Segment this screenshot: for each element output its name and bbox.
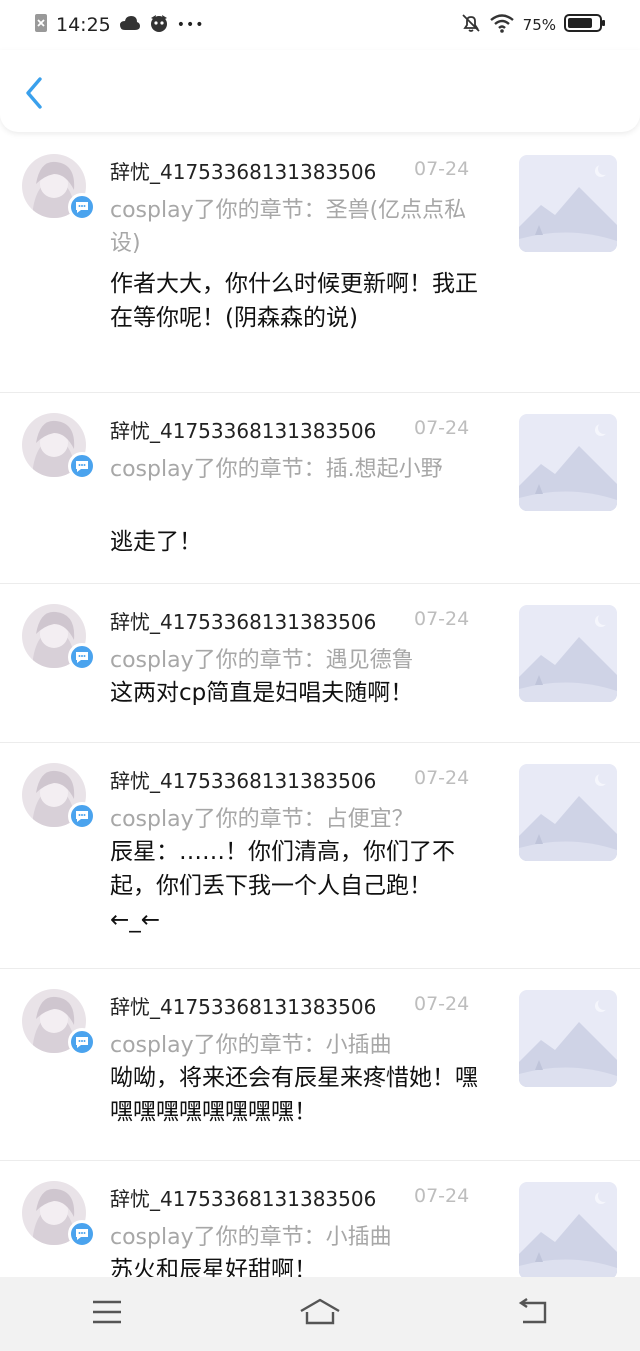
chapter-thumbnail[interactable]: [519, 764, 617, 861]
top-bar: [0, 50, 640, 132]
notification-date: 07-24: [414, 608, 470, 630]
notification-item[interactable]: 辞忧_41753368131383506 07-24 cosplay了你的章节：占便…: [0, 743, 640, 969]
cloud-icon: [119, 14, 141, 36]
notification-date: 07-24: [414, 417, 470, 439]
comment-text: 作者大大，你什么时候更新啊！我正在等你呢！(阴森森的说): [110, 271, 478, 331]
comment-text: 辰星：……！你们清高，你们了不起，你们丢下我一个人自己跑！←_←: [110, 839, 455, 933]
commenter-name[interactable]: 辞忧_41753368131383506: [110, 415, 376, 444]
image-placeholder-icon: [519, 605, 617, 702]
chapter-reference[interactable]: cosplay了你的章节：小插曲: [110, 1029, 482, 1062]
notification-item[interactable]: 辞忧_41753368131383506 07-24 cosplay了你的章节：遇见…: [0, 584, 640, 743]
chevron-left-icon: [20, 77, 50, 114]
notification-date: 07-24: [414, 1185, 470, 1207]
commenter-name[interactable]: 辞忧_41753368131383506: [110, 765, 376, 794]
battery-icon: [564, 13, 606, 38]
app-notification-icon: [149, 14, 169, 37]
chapter-reference[interactable]: cosplay了你的章节：占便宜？: [110, 803, 482, 836]
comment-text: 呦呦，将来还会有辰星来疼惜她！嘿嘿嘿嘿嘿嘿嘿嘿嘿！: [110, 1065, 478, 1125]
menu-icon: [91, 1299, 123, 1329]
comment-text: 苏火和辰星好甜啊！: [110, 1257, 317, 1277]
status-more: •••: [176, 17, 205, 33]
chapter-reference[interactable]: cosplay了你的章节：小插曲: [110, 1221, 482, 1254]
wifi-icon: [489, 13, 515, 38]
comment-badge-icon: [68, 1028, 96, 1056]
system-back-button[interactable]: [503, 1294, 563, 1334]
commenter-name[interactable]: 辞忧_41753368131383506: [110, 1183, 376, 1212]
back-button[interactable]: [20, 76, 50, 110]
commenter-name[interactable]: 辞忧_41753368131383506: [110, 156, 376, 185]
home-icon: [298, 1298, 342, 1330]
notification-item[interactable]: 辞忧_41753368131383506 07-24 cosplay了你的章节：圣兽…: [0, 134, 640, 393]
notification-date: 07-24: [414, 767, 470, 789]
comment-text: 逃走了！: [110, 529, 202, 555]
status-bar: 14:25 ••• 75%: [0, 0, 640, 50]
notification-item[interactable]: 辞忧_41753368131383506 07-24 cosplay了你的章节：小插…: [0, 1161, 640, 1277]
notification-date: 07-24: [414, 158, 470, 180]
menu-button[interactable]: [77, 1294, 137, 1334]
image-placeholder-icon: [519, 414, 617, 511]
image-placeholder-icon: [519, 990, 617, 1087]
comment-text: 这两对cp简直是妇唱夫随啊！: [110, 680, 414, 706]
notification-list[interactable]: 辞忧_41753368131383506 07-24 cosplay了你的章节：圣兽…: [0, 134, 640, 1277]
chapter-reference[interactable]: cosplay了你的章节：圣兽(亿点点私设): [110, 194, 482, 260]
image-placeholder-icon: [519, 1182, 617, 1277]
chapter-thumbnail[interactable]: [519, 605, 617, 702]
comment-badge-icon: [68, 643, 96, 671]
chapter-thumbnail[interactable]: [519, 990, 617, 1087]
commenter-name[interactable]: 辞忧_41753368131383506: [110, 606, 376, 635]
comment-badge-icon: [68, 193, 96, 221]
status-left: 14:25 •••: [34, 13, 205, 38]
chapter-thumbnail[interactable]: [519, 1182, 617, 1277]
comment-badge-icon: [68, 802, 96, 830]
chapter-thumbnail[interactable]: [519, 155, 617, 252]
image-placeholder-icon: [519, 764, 617, 861]
notification-item[interactable]: 辞忧_41753368131383506 07-24 cosplay了你的章节：小插…: [0, 969, 640, 1161]
comment-badge-icon: [68, 1220, 96, 1248]
chapter-reference[interactable]: cosplay了你的章节：遇见德鲁: [110, 644, 482, 677]
notification-date: 07-24: [414, 993, 470, 1015]
home-button[interactable]: [290, 1294, 350, 1334]
battery-percent: 75%: [522, 16, 556, 34]
commenter-name[interactable]: 辞忧_41753368131383506: [110, 991, 376, 1020]
status-right: 75%: [461, 13, 606, 38]
sim-icon: [34, 13, 48, 38]
mute-bell-icon: [461, 13, 481, 38]
notification-item[interactable]: 辞忧_41753368131383506 07-24 cosplay了你的章节：插.…: [0, 393, 640, 584]
status-time: 14:25: [56, 14, 111, 36]
image-placeholder-icon: [519, 155, 617, 252]
comment-badge-icon: [68, 452, 96, 480]
chapter-reference[interactable]: cosplay了你的章节：插.想起小野: [110, 453, 482, 486]
bottom-nav-bar: [0, 1277, 640, 1351]
back-icon: [517, 1298, 549, 1330]
chapter-thumbnail[interactable]: [519, 414, 617, 511]
